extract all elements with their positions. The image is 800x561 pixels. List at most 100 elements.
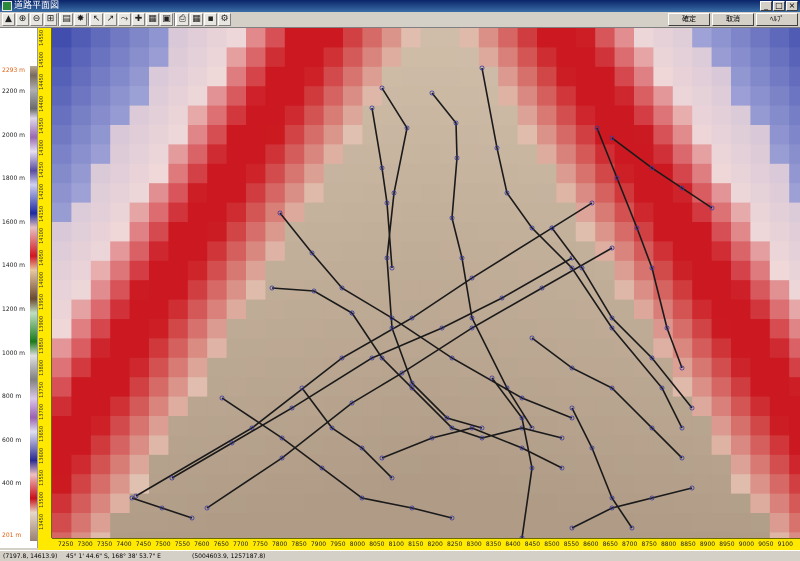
- legend-label: 1600 m: [2, 218, 26, 226]
- settings-button[interactable]: ⚙: [218, 13, 231, 26]
- ruler-x-label: 8700: [622, 541, 638, 548]
- save-button[interactable]: ▪: [204, 13, 217, 26]
- maximize-button[interactable]: □: [773, 1, 785, 11]
- zoom-out-button[interactable]: ⊖: [30, 13, 43, 26]
- legend-label: 2200 m: [2, 88, 26, 95]
- grid-icon: ▦: [192, 14, 201, 24]
- ruler-y-label: 14000: [39, 272, 45, 288]
- legend-label: 1800 m: [2, 175, 26, 183]
- ruler-y-label: 13850: [39, 338, 45, 354]
- close-button[interactable]: ×: [786, 1, 798, 11]
- cancel-button[interactable]: 取消: [712, 13, 754, 26]
- cursor-coordinates: (7197.8, 14613.9): [3, 553, 58, 560]
- ruler-corner: [38, 538, 52, 550]
- ruler-y-label: 14450: [39, 74, 45, 90]
- ruler-x-label: 7850: [291, 541, 307, 548]
- fit-view-icon: ⊞: [46, 14, 55, 24]
- export-icon: ▣: [162, 14, 171, 24]
- ruler-x-label: 8450: [524, 541, 541, 548]
- ruler-y-label: 14200: [39, 184, 45, 200]
- ruler-x-label: 8900: [699, 541, 716, 548]
- legend-label: 800 m: [2, 393, 22, 401]
- layer-button[interactable]: ▤: [60, 13, 73, 26]
- ruler-x-label: 7600: [194, 541, 210, 548]
- ruler-x-label: 8800: [660, 541, 677, 548]
- ruler-y-label: 13950: [39, 294, 45, 310]
- title-bar[interactable]: 道路平面図 _ □ ×: [0, 0, 800, 12]
- terrain-map-canvas[interactable]: [52, 28, 800, 538]
- ruler-y-label: 13700: [39, 404, 45, 420]
- minimize-button[interactable]: _: [760, 1, 772, 11]
- ruler-y-label: 13800: [39, 360, 45, 376]
- cursor-projected: (5004603.9, 1257187.8): [192, 553, 266, 560]
- zoom-in-icon: ⊕: [18, 14, 27, 24]
- legend-max-label: 2293 m: [2, 67, 26, 74]
- layer-icon: ▤: [62, 14, 71, 24]
- ruler-y-label: 13550: [39, 470, 45, 486]
- confirm-button[interactable]: 確定: [668, 13, 710, 26]
- ruler-x-label: 7750: [252, 541, 268, 548]
- ruler-x-label: 8550: [563, 541, 579, 548]
- toolbar-separator: [58, 13, 60, 26]
- add-node-icon: ✚: [134, 14, 143, 24]
- ruler-x-label: 7700: [233, 541, 249, 548]
- route-icon: ⤳: [120, 14, 129, 24]
- ruler-x-label: 7300: [77, 541, 93, 548]
- save-icon: ▪: [207, 14, 214, 24]
- ruler-x-label: 7800: [271, 541, 288, 548]
- add-node-button[interactable]: ✚: [132, 13, 145, 26]
- app-icon: ▲: [5, 14, 12, 24]
- status-bar: (7197.8, 14613.9) 45° 1' 44.6" S, 168° 3…: [0, 550, 800, 561]
- legend-label: 1000 m: [2, 349, 26, 357]
- ruler-y-label: 14100: [39, 228, 45, 244]
- ruler-y-label: 14250: [39, 162, 45, 178]
- ruler-x-label: 8400: [505, 541, 521, 548]
- help-button[interactable]: ﾍﾙﾌﾟ: [756, 13, 798, 26]
- ruler-x-label: 9100: [777, 541, 793, 548]
- zoom-in-button[interactable]: ⊕: [16, 13, 29, 26]
- ruler-x-label: 8600: [583, 541, 599, 548]
- grid-button[interactable]: ▦: [190, 13, 203, 26]
- ruler-y-label: 14300: [39, 140, 45, 156]
- legend-label: 2000 m: [2, 131, 26, 139]
- app-button[interactable]: ▲: [2, 13, 15, 26]
- ruler-x-label: 7500: [155, 541, 171, 548]
- ruler-x-label: 8750: [641, 541, 657, 548]
- vertical-ruler: 14550 14500 14450 14400 14350 14300 14250 14200…: [38, 28, 52, 538]
- elevation-color-bar: [30, 66, 37, 541]
- ruler-y-label: 13500: [39, 492, 45, 508]
- ruler-x-label: 8050: [369, 541, 385, 548]
- ruler-y-label: 13450: [39, 514, 45, 530]
- ruler-x-label: 7650: [213, 541, 229, 548]
- print-button[interactable]: ⎙: [176, 13, 189, 26]
- ruler-x-label: 7550: [174, 541, 190, 548]
- fit-view-button[interactable]: ⊞: [44, 13, 57, 26]
- cursor-latlon: 45° 1' 44.6" S, 168° 38' 53.7" E: [66, 553, 161, 560]
- legend-label: 1200 m: [2, 306, 26, 313]
- route-button[interactable]: ⤳: [118, 13, 131, 26]
- ruler-x-label: 7350: [96, 541, 113, 548]
- image-button[interactable]: ▦: [146, 13, 159, 26]
- window-title: 道路平面図: [14, 1, 60, 11]
- legend-label: 400 m: [2, 480, 22, 488]
- ruler-x-label: 7400: [116, 541, 132, 548]
- ruler-x-label: 8200: [427, 541, 443, 548]
- ruler-y-label: 13650: [39, 426, 45, 442]
- compass-button[interactable]: ✸: [74, 13, 87, 26]
- ruler-y-label: 14150: [39, 206, 45, 222]
- ruler-x-label: 8150: [408, 541, 424, 548]
- ruler-x-label: 9050: [758, 541, 774, 548]
- ruler-y-label: 14050: [39, 250, 45, 266]
- ruler-y-label: 14500: [39, 52, 45, 68]
- pointer-button[interactable]: ↖: [90, 13, 103, 26]
- ruler-x-label: 8300: [466, 541, 482, 548]
- ruler-x-label: 7450: [135, 541, 152, 548]
- print-icon: ⎙: [178, 14, 187, 24]
- ruler-y-label: 13600: [39, 448, 45, 464]
- select-button[interactable]: ↗: [104, 13, 117, 26]
- ruler-x-label: 7250: [58, 541, 74, 548]
- legend-label: 600 m: [2, 436, 22, 444]
- terrain-map-svg[interactable]: [52, 28, 800, 538]
- export-button[interactable]: ▣: [160, 13, 173, 26]
- ruler-x-label: 8000: [349, 541, 366, 548]
